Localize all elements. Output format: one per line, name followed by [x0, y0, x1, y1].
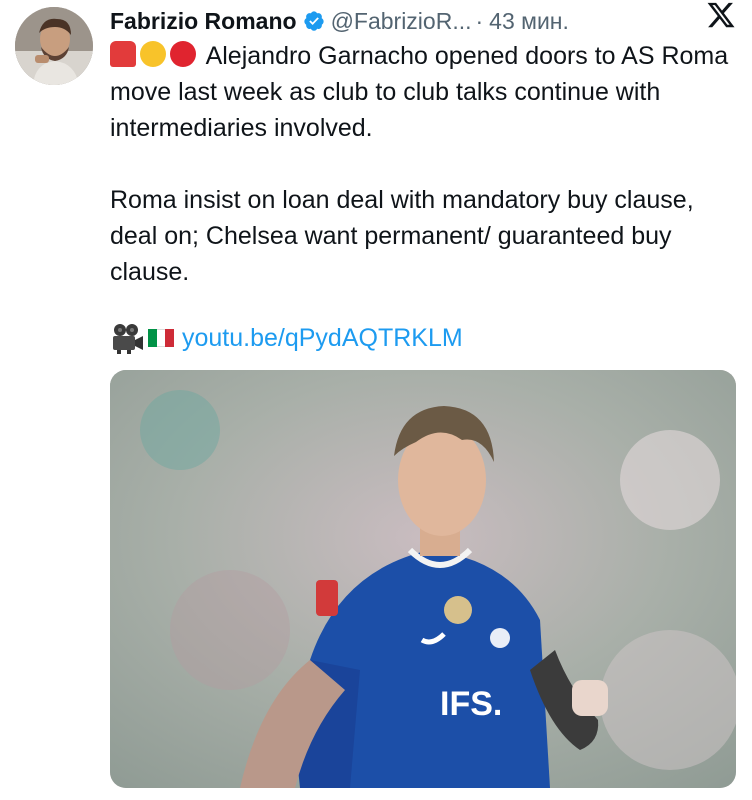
video-link[interactable]: youtu.be/qPydAQTRKLM: [182, 324, 463, 353]
post-time[interactable]: 43 мин.: [489, 8, 569, 35]
italy-flag-icon: [148, 329, 175, 347]
author-avatar[interactable]: [15, 7, 93, 85]
player-photo: IFS.: [110, 370, 736, 788]
link-row: youtu.be/qPydAQTRKLM: [110, 318, 463, 358]
tweet-body: Alejandro Garnacho opened doors to AS Ro…: [110, 38, 730, 290]
red-circle-icon: [170, 41, 196, 67]
verified-badge-icon: [303, 11, 324, 31]
separator-dot: ·: [475, 7, 484, 34]
x-logo-icon[interactable]: [706, 0, 736, 30]
tweet-header: Fabrizio Romano @FabrizioR... · 43 мин.: [110, 4, 732, 38]
tweet-text-line1: Alejandro Garnacho opened doors to AS Ro…: [110, 42, 729, 142]
shirt-sponsor: IFS.: [440, 685, 502, 723]
display-name[interactable]: Fabrizio Romano: [110, 8, 297, 35]
siren-icon: [110, 41, 136, 67]
emoji-group: [110, 41, 200, 67]
tweet-text-line2: Roma insist on loan deal with mandatory …: [110, 186, 694, 286]
author-handle[interactable]: @FabrizioR...: [331, 8, 472, 35]
movie-camera-icon: [113, 324, 143, 354]
yellow-circle-icon: [140, 41, 166, 67]
avatar-image: [15, 7, 93, 85]
tweet-media-image[interactable]: IFS.: [110, 370, 736, 788]
